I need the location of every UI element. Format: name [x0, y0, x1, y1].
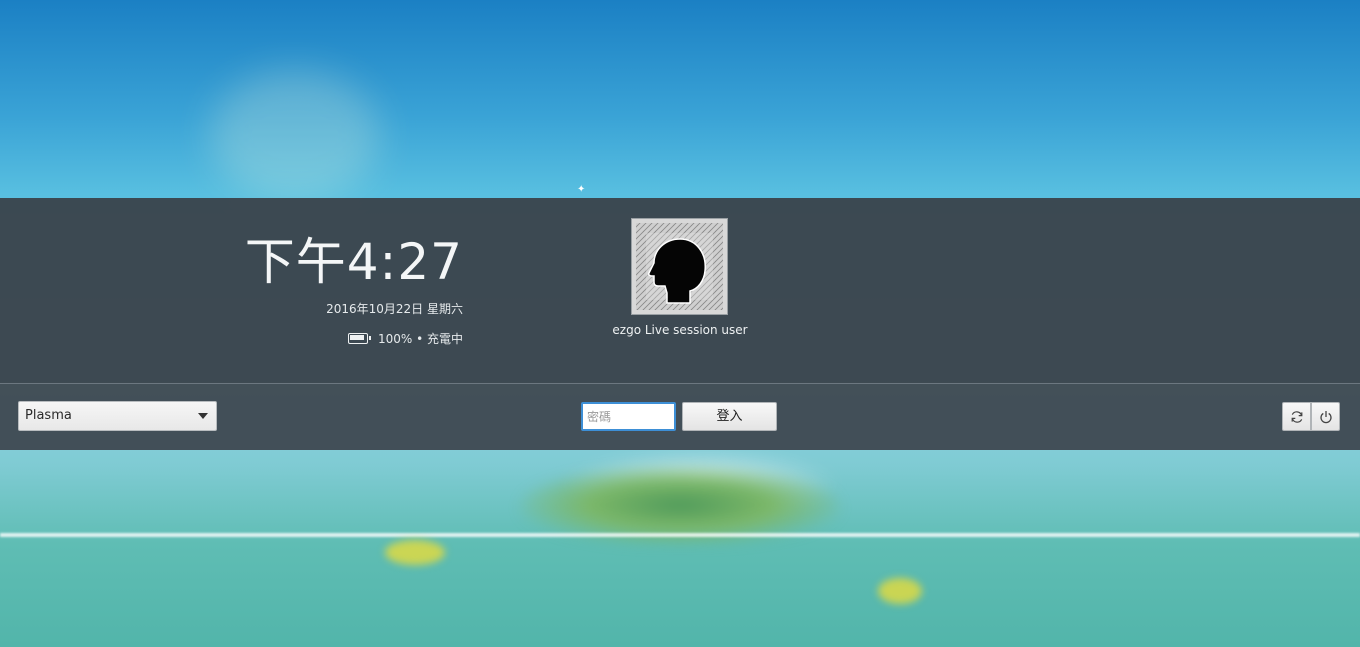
- restart-button[interactable]: [1282, 402, 1311, 431]
- power-icon: [1319, 410, 1332, 423]
- session-select[interactable]: Plasma: [18, 401, 217, 431]
- clock-date: 2016年10月22日 星期六: [326, 302, 463, 316]
- chevron-down-icon: [198, 413, 208, 419]
- battery-text: 100% • 充電中: [377, 331, 463, 346]
- wallpaper-horizon: [0, 533, 1360, 537]
- battery-icon: [347, 332, 371, 344]
- shutdown-button[interactable]: [1311, 402, 1340, 431]
- battery-nub: [368, 336, 371, 340]
- session-select-value: Plasma: [25, 408, 72, 423]
- wallpaper-glow: [210, 70, 380, 200]
- sparkle-icon: ✦: [577, 184, 586, 195]
- restart-icon: [1291, 410, 1302, 423]
- clock-time: 下午4:27: [244, 233, 463, 291]
- password-input[interactable]: [581, 402, 676, 431]
- user-head-silhouette-icon: [636, 223, 723, 310]
- battery-status: 100% • 充電中: [347, 330, 463, 346]
- wallpaper-blob: [385, 540, 445, 565]
- login-button[interactable]: 登入: [682, 402, 777, 431]
- user-avatar[interactable]: [631, 218, 728, 315]
- battery-fill: [350, 335, 365, 340]
- wallpaper-blob: [878, 578, 922, 604]
- user-name: ezgo Live session user: [612, 323, 748, 337]
